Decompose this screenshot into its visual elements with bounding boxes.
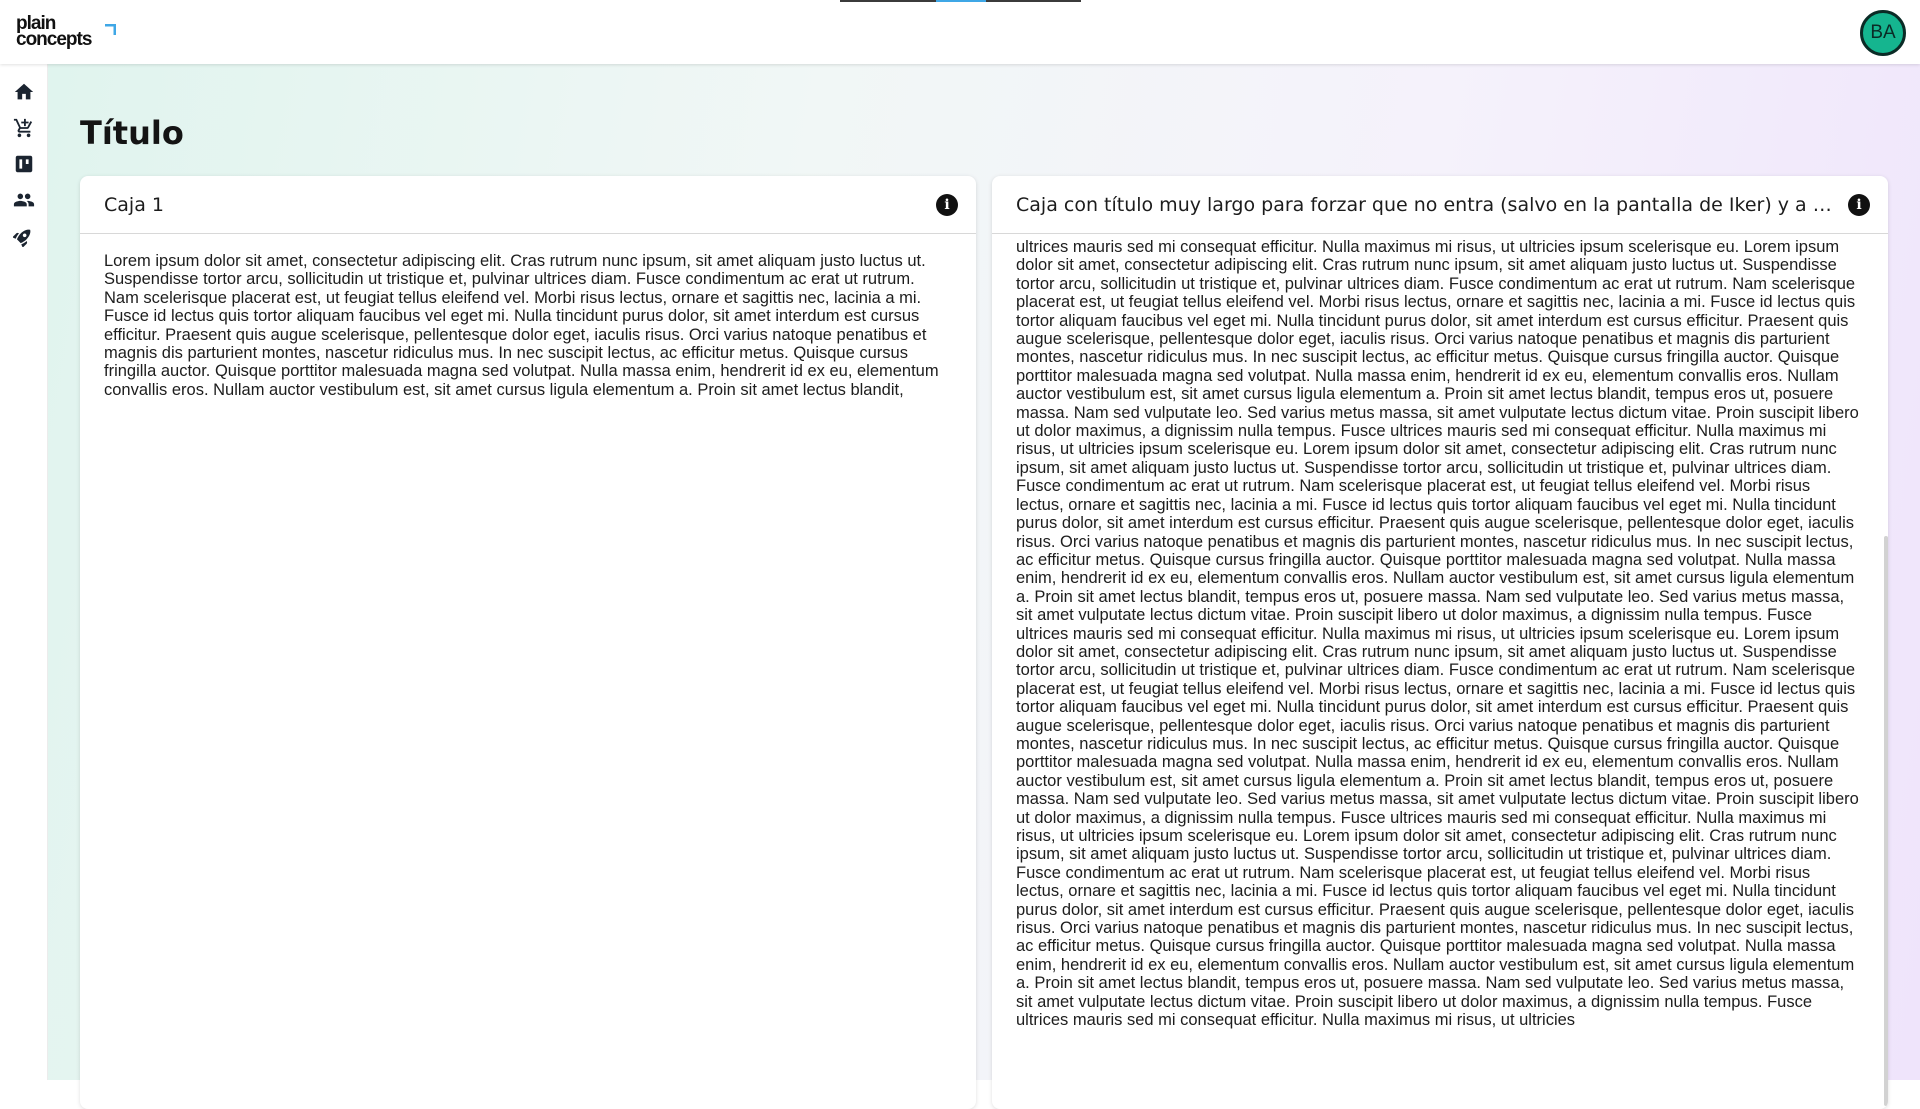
sidebar-item-board[interactable] bbox=[8, 148, 40, 180]
sidebar-item-rocket[interactable] bbox=[8, 220, 40, 252]
plain-concepts-logo[interactable]: plain concepts bbox=[16, 14, 116, 50]
card-header: Caja 1 i bbox=[80, 176, 976, 234]
top-bar: plain concepts BA bbox=[0, 0, 1920, 64]
card-title: Caja con título muy largo para forzar qu… bbox=[1016, 193, 1840, 216]
card-caja-1: Caja 1 i Lorem ipsum dolor sit amet, con… bbox=[80, 176, 976, 1109]
main-content: Título Caja 1 i Lorem ipsum dolor sit am… bbox=[48, 64, 1920, 1109]
info-icon[interactable]: i bbox=[936, 193, 958, 216]
card-header: Caja con título muy largo para forzar qu… bbox=[992, 176, 1888, 234]
card-scrollbar[interactable] bbox=[1884, 536, 1888, 1106]
loading-progress-bar bbox=[840, 0, 1081, 2]
sidebar-item-cart[interactable] bbox=[8, 112, 40, 144]
card-title: Caja 1 bbox=[104, 193, 164, 216]
sidebar bbox=[0, 64, 48, 1080]
people-icon bbox=[13, 193, 35, 207]
cart-icon bbox=[13, 118, 33, 138]
card-body-text[interactable]: ultrices mauris sed mi consequat efficit… bbox=[1016, 238, 1862, 1109]
info-icon[interactable]: i bbox=[1848, 193, 1870, 216]
page-title: Título bbox=[80, 114, 184, 152]
sidebar-item-people[interactable] bbox=[8, 184, 40, 216]
rocket-icon bbox=[13, 229, 31, 247]
user-avatar[interactable]: BA bbox=[1860, 10, 1906, 56]
home-icon bbox=[14, 83, 34, 100]
card-body-text: Lorem ipsum dolor sit amet, consectetur … bbox=[104, 252, 939, 399]
sidebar-item-home[interactable] bbox=[8, 76, 40, 108]
logo-mark-icon bbox=[105, 24, 116, 35]
board-icon bbox=[15, 155, 33, 173]
loading-progress-segment bbox=[936, 0, 986, 2]
logo-text-line2: concepts bbox=[16, 29, 92, 50]
card-long-title: Caja con título muy largo para forzar qu… bbox=[992, 176, 1888, 1109]
